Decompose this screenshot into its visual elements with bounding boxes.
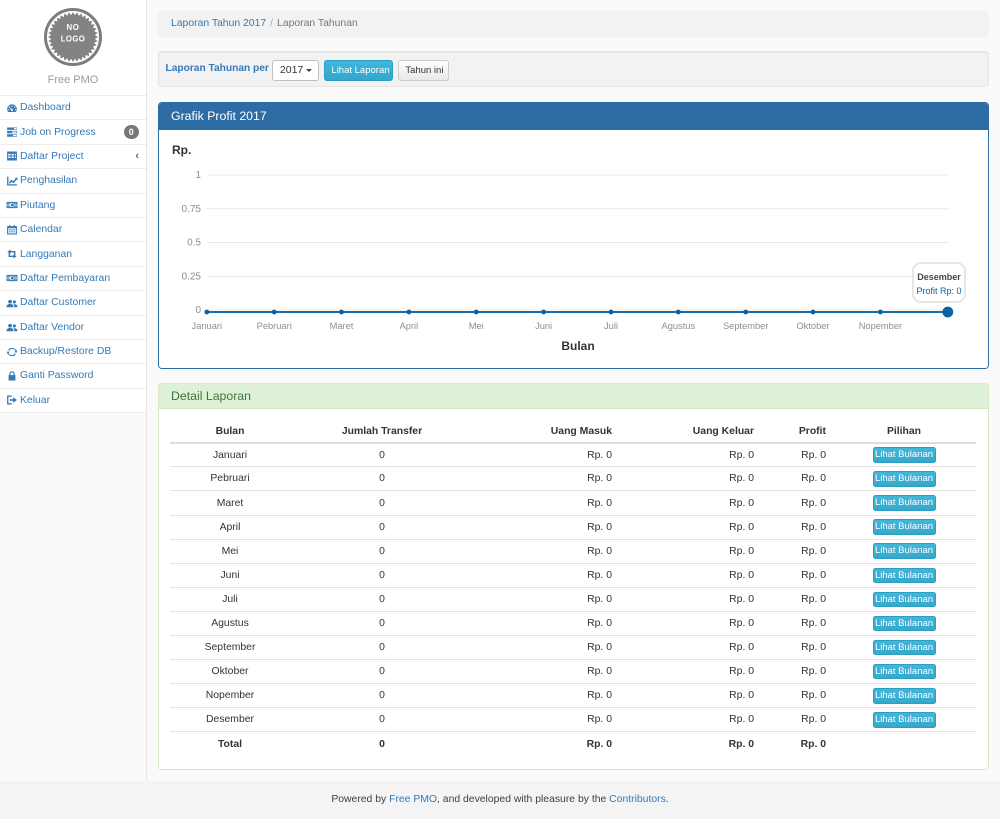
svg-text:Juli: Juli [604, 321, 618, 331]
svg-text:Oktober: Oktober [796, 321, 829, 331]
svg-text:0.5: 0.5 [187, 237, 201, 248]
svg-text:Maret: Maret [330, 321, 354, 331]
svg-text:Juni: Juni [535, 321, 552, 331]
svg-text:Pebruari: Pebruari [257, 321, 292, 331]
svg-text:April: April [400, 321, 419, 331]
svg-text:Rp.: Rp. [172, 143, 191, 157]
svg-text:Agustus: Agustus [662, 321, 696, 331]
svg-text:Bulan: Bulan [561, 339, 594, 353]
svg-text:Januari: Januari [192, 321, 223, 331]
svg-text:Mei: Mei [469, 321, 484, 331]
svg-text:1: 1 [195, 170, 201, 181]
svg-text:September: September [723, 321, 768, 331]
svg-text:0: 0 [195, 305, 201, 316]
svg-text:0.25: 0.25 [182, 271, 202, 282]
svg-text:0.75: 0.75 [182, 204, 202, 215]
svg-text:NO: NO [67, 23, 80, 32]
svg-text:LOGO: LOGO [61, 34, 86, 43]
svg-text:Nopember: Nopember [859, 321, 902, 331]
